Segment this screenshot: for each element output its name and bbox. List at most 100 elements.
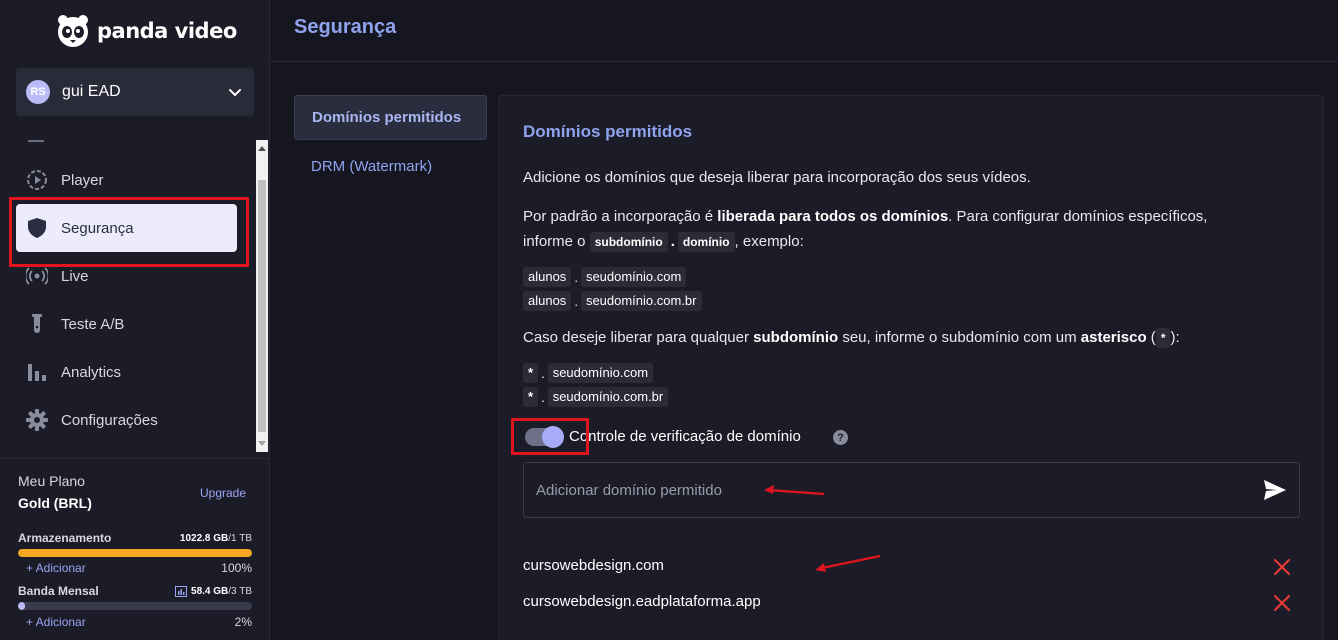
card-title: Domínios permitidos <box>523 122 693 141</box>
text-fragment: ( <box>1146 329 1156 346</box>
scroll-down-arrow-icon[interactable] <box>258 441 266 446</box>
example-row: alunos. seudomínio.com <box>523 267 687 287</box>
sidebar-item-teste-ab[interactable]: Teste A/B <box>16 300 237 348</box>
annotation-arrow-icon <box>815 554 881 572</box>
help-icon[interactable]: ? <box>833 430 848 445</box>
bandwidth-percent: 2% <box>234 615 252 629</box>
sidebar-item-label: Player <box>61 171 104 189</box>
page-header: Segurança <box>271 0 1338 62</box>
sidebar-nav: Player Segurança Live Teste A/B Analytic <box>0 140 256 452</box>
example-subdomain: alunos <box>523 267 572 287</box>
example-domain: seudomínio.com <box>547 363 654 383</box>
account-name: gui EAD <box>62 83 121 100</box>
scrollbar-thumb[interactable] <box>258 180 266 432</box>
sidebar-item-analytics[interactable]: Analytics <box>16 348 237 396</box>
code-subdomain: subdomínio <box>589 232 668 252</box>
avatar: RS <box>26 80 50 104</box>
annotation-arrow-icon <box>764 485 825 496</box>
text-bold: subdomínio <box>753 329 839 346</box>
intro-text: Adicione os domínios que deseja liberar … <box>523 169 1031 186</box>
storage-label: Armazenamento <box>18 531 112 545</box>
example-row: *. seudomínio.com <box>523 363 654 383</box>
example-dot: . <box>541 365 545 381</box>
bar-chart-icon <box>26 361 48 383</box>
default-text: Por padrão a incorporação é liberada par… <box>523 204 1207 254</box>
example-domain: seudomínio.com.br <box>547 387 669 407</box>
example-subdomain: alunos <box>523 291 572 311</box>
example-dot: . <box>541 389 545 405</box>
sidebar-item-label: Analytics <box>61 363 122 381</box>
annotation-highlight-box <box>9 197 249 267</box>
storage-progress-fill <box>18 549 252 557</box>
scroll-up-arrow-icon[interactable] <box>258 146 266 151</box>
bandwidth-progress-fill <box>18 602 26 610</box>
bandwidth-add-link[interactable]: + Adicionar <box>26 615 86 629</box>
example-domain: seudomínio.com.br <box>580 291 702 311</box>
example-dot: . <box>574 293 578 309</box>
sidebar-item-label: Configurações <box>61 411 158 429</box>
example-dot: . <box>574 269 578 285</box>
brand-name: panda video <box>97 19 237 43</box>
text-fragment: Por padrão a incorporação é <box>523 208 718 225</box>
chart-icon <box>175 586 188 597</box>
plan-panel: Meu Plano Gold (BRL) Upgrade Armazenamen… <box>0 458 270 640</box>
plan-title: Meu Plano <box>18 473 85 489</box>
nav-item-partial <box>28 140 44 142</box>
text-fragment: Caso deseje liberar para qualquer <box>523 329 754 346</box>
page-title: Segurança <box>294 16 397 38</box>
play-circle-icon <box>26 169 48 191</box>
account-switcher[interactable]: RS gui EAD <box>16 68 254 116</box>
text-bold: asterisco <box>1080 329 1147 346</box>
text-bold: liberada para todos os domínios <box>717 208 949 225</box>
domain-item: cursowebdesign.eadplataforma.app <box>523 593 761 610</box>
example-row: alunos. seudomínio.com.br <box>523 291 702 311</box>
code-asterisk: * <box>1155 328 1171 348</box>
gear-icon <box>26 409 48 431</box>
send-icon[interactable] <box>1263 479 1287 501</box>
upgrade-link[interactable]: Upgrade <box>200 486 246 500</box>
storage-used: 1022.8 GB <box>179 533 229 544</box>
add-domain-input[interactable] <box>523 462 1300 518</box>
code-domain: domínio <box>677 232 735 252</box>
tab-drm-watermark[interactable]: DRM (Watermark) <box>294 144 487 189</box>
code-dot: . <box>670 233 675 250</box>
close-icon[interactable] <box>1273 594 1291 612</box>
text-fragment: , exemplo: <box>734 233 804 250</box>
text-fragment: . Para configurar domínios específicos, <box>948 208 1208 225</box>
example-asterisk: * <box>523 387 539 407</box>
storage-total: /1 TB <box>228 533 252 544</box>
example-domain: seudomínio.com <box>580 267 687 287</box>
bandwidth-label: Banda Mensal <box>18 584 99 598</box>
panda-logo-icon <box>58 15 88 47</box>
example-asterisk: * <box>523 363 539 383</box>
test-tube-icon <box>26 313 48 335</box>
sidebar-item-label: Live <box>61 267 89 285</box>
sidebar-item-configuracoes[interactable]: Configurações <box>16 396 237 444</box>
chevron-down-icon <box>229 89 241 97</box>
wildcard-text: Caso deseje liberar para qualquer subdom… <box>523 325 1180 350</box>
close-icon[interactable] <box>1273 558 1291 576</box>
example-row: *. seudomínio.com.br <box>523 387 669 407</box>
sidebar-scrollbar[interactable] <box>256 140 268 452</box>
tab-dominios-permitidos[interactable]: Domínios permitidos <box>294 95 487 140</box>
broadcast-icon <box>26 265 48 287</box>
text-fragment: seu, informe o subdomínio com um <box>838 329 1081 346</box>
bandwidth-total: /3 TB <box>228 586 252 597</box>
text-fragment: informe o <box>523 233 590 250</box>
text-fragment: ): <box>1170 329 1180 346</box>
plan-name: Gold (BRL) <box>18 495 92 511</box>
domain-item: cursowebdesign.com <box>523 557 664 574</box>
annotation-highlight-box <box>511 418 589 455</box>
storage-add-link[interactable]: + Adicionar <box>26 561 86 575</box>
allowed-domains-card: Domínios permitidos Adicione os domínios… <box>498 95 1324 640</box>
sidebar-item-label: Teste A/B <box>61 315 125 333</box>
brand-logo[interactable]: panda video <box>55 12 237 50</box>
bandwidth-usage: 58.4 GB/3 TB <box>175 586 252 597</box>
storage-percent: 100% <box>221 561 252 575</box>
bandwidth-used: 58.4 GB <box>191 586 229 597</box>
toggle-label: Controle de verificação de domínio <box>569 428 801 445</box>
sidebar: panda video RS gui EAD Player Segurança … <box>0 0 270 640</box>
bandwidth-progress-bar <box>18 602 252 610</box>
storage-progress-bar <box>18 549 252 557</box>
storage-usage: 1022.8 GB/1 TB <box>180 533 252 544</box>
